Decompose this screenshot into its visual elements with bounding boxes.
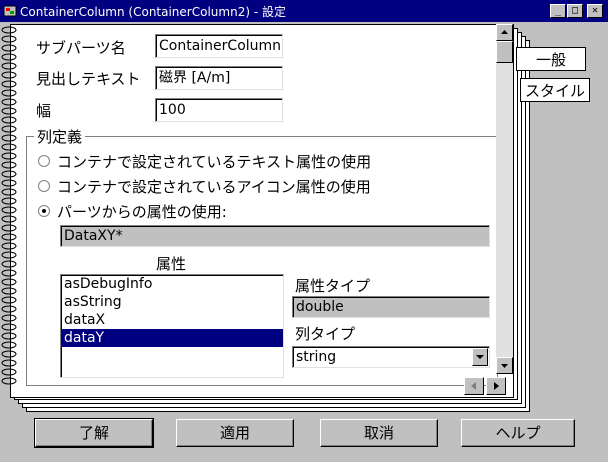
- column-definition-title: 列定義: [34, 126, 86, 147]
- radio-container-text-attr[interactable]: [38, 155, 50, 167]
- radio-container-icon-attr[interactable]: [38, 180, 50, 192]
- attribute-type-field: double: [292, 296, 490, 318]
- app-icon: [3, 5, 17, 17]
- cancel-button[interactable]: 取消: [320, 419, 438, 447]
- column-type-select[interactable]: string: [292, 346, 490, 368]
- attribute-list-label: 属性: [156, 255, 187, 273]
- heading-text-label: 見出しテキスト: [36, 70, 141, 88]
- page-next-icon[interactable]: [486, 377, 506, 395]
- spiral-binding-icon: [1, 26, 17, 385]
- scroll-up-icon[interactable]: [496, 24, 513, 41]
- tab-general[interactable]: 一般: [516, 47, 586, 71]
- help-button[interactable]: ヘルプ: [461, 419, 575, 447]
- radio-container-text-attr-label[interactable]: コンテナで設定されているテキスト属性の使用: [57, 151, 371, 172]
- column-type-label: 列タイプ: [295, 325, 356, 343]
- column-type-value: string: [296, 349, 337, 365]
- page-prev-icon[interactable]: [464, 377, 484, 395]
- width-input[interactable]: 100: [155, 98, 283, 122]
- subparts-input[interactable]: ContainerColumn: [155, 34, 283, 58]
- scrollbar-thumb[interactable]: [496, 41, 513, 63]
- heading-text-input[interactable]: 磁界 [A/m]: [155, 66, 283, 90]
- maximize-button[interactable]: □: [567, 4, 583, 18]
- chevron-down-icon[interactable]: [472, 348, 488, 366]
- list-item[interactable]: asString: [61, 293, 283, 311]
- minimize-button[interactable]: _: [550, 4, 566, 18]
- parts-attribute-field[interactable]: DataXY*: [60, 225, 490, 247]
- list-item[interactable]: asDebugInfo: [61, 275, 283, 293]
- tab-style[interactable]: スタイル: [520, 78, 590, 102]
- ok-button[interactable]: 了解: [34, 418, 154, 448]
- radio-parts-attr-label[interactable]: パーツからの属性の使用:: [57, 201, 227, 222]
- scroll-down-icon[interactable]: [496, 357, 513, 374]
- title-bar: ContainerColumn (ContainerColumn2) - 設定 …: [0, 0, 608, 22]
- radio-container-icon-attr-label[interactable]: コンテナで設定されているアイコン属性の使用: [57, 176, 371, 197]
- apply-button[interactable]: 適用: [176, 419, 294, 447]
- vertical-scrollbar[interactable]: [496, 24, 513, 374]
- list-item[interactable]: dataX: [61, 311, 283, 329]
- list-item-selected[interactable]: dataY: [61, 329, 283, 347]
- attribute-type-label: 属性タイプ: [295, 277, 371, 295]
- close-button[interactable]: ✕: [587, 4, 603, 18]
- window-title: ContainerColumn (ContainerColumn2) - 設定: [20, 5, 286, 19]
- radio-parts-attr[interactable]: [38, 205, 50, 217]
- subparts-label: サブパーツ名: [36, 39, 126, 57]
- attribute-listbox[interactable]: asDebugInfo asString dataX dataY: [60, 274, 284, 378]
- width-label: 幅: [36, 102, 52, 120]
